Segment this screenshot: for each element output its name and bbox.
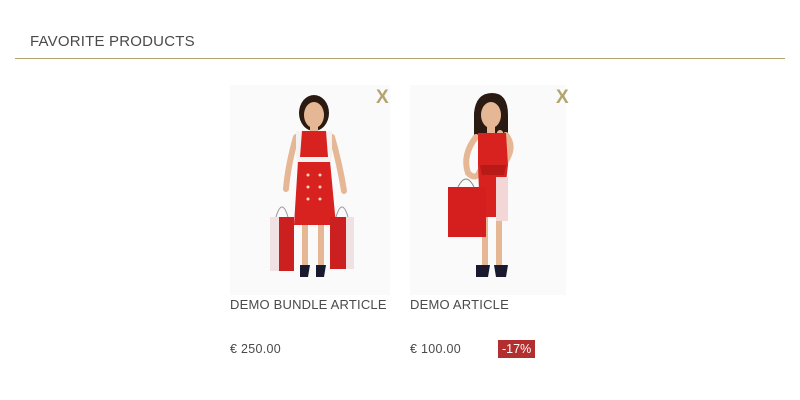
section-title: FAVORITE PRODUCTS (30, 33, 195, 50)
product-image[interactable] (230, 85, 390, 295)
product-card: X DEMO BUNDLE ARTICLE € 250.00 (230, 85, 400, 356)
remove-favorite-button[interactable]: X (376, 88, 389, 108)
discount-badge: -17% (498, 340, 536, 358)
product-name[interactable]: DEMO ARTICLE (410, 297, 580, 313)
remove-favorite-button[interactable]: X (556, 88, 569, 108)
product-name[interactable]: DEMO BUNDLE ARTICLE (230, 297, 400, 313)
product-card: X DEMO ARTICLE € 100.00 -17% (410, 85, 580, 358)
product-image[interactable] (410, 85, 566, 295)
woman-red-wrap-dress-image (448, 93, 514, 277)
product-price: € 100.00 (410, 342, 462, 356)
woman-red-dress-image (270, 95, 354, 277)
product-price: € 250.00 (230, 342, 282, 356)
section-header: FAVORITE PRODUCTS (15, 33, 785, 59)
